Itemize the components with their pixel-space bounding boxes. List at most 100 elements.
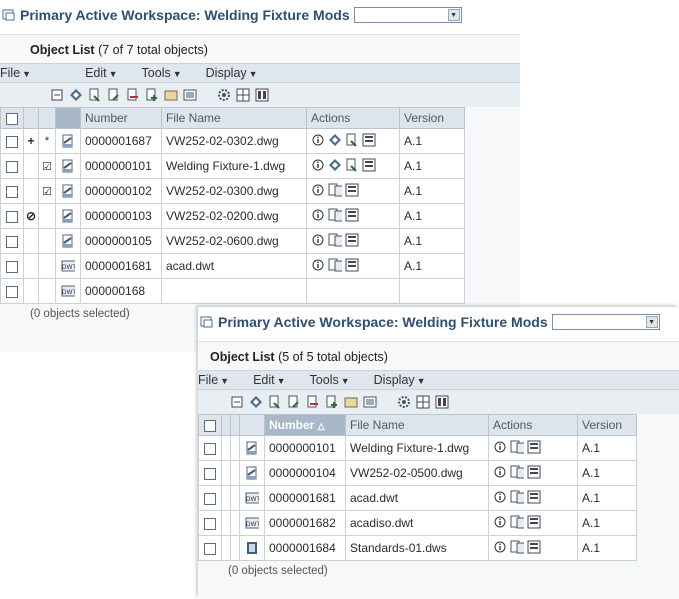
info-icon[interactable]	[493, 490, 507, 504]
collapse-icon[interactable]	[50, 88, 64, 102]
row-file-name[interactable]: VW252-02-0600.dwg	[161, 228, 307, 254]
open-icon[interactable]	[164, 88, 178, 102]
row-checkbox[interactable]	[6, 185, 18, 198]
check-out-icon[interactable]	[328, 233, 342, 247]
column-actions[interactable]: Actions	[488, 414, 578, 436]
row-number[interactable]: 0000001687	[80, 128, 162, 154]
row-select-cell[interactable]	[0, 253, 24, 279]
view-icon[interactable]	[363, 395, 377, 409]
row-file-name[interactable]: VW252-02-0300.dwg	[161, 178, 307, 204]
row-select-cell[interactable]	[198, 485, 222, 511]
column-number[interactable]: Number	[80, 107, 162, 129]
update-icon[interactable]	[328, 158, 342, 172]
row-number[interactable]: 0000000104	[264, 460, 346, 486]
menu-display[interactable]: Display ▼	[206, 66, 258, 80]
row-number[interactable]: 000000168	[80, 278, 162, 304]
properties-icon[interactable]	[527, 465, 541, 479]
update-icon[interactable]	[69, 88, 83, 102]
properties-icon[interactable]	[527, 490, 541, 504]
row-number[interactable]: 0000001681	[264, 485, 346, 511]
add-to-workspace-icon[interactable]	[145, 88, 159, 102]
row-checkbox[interactable]	[6, 260, 18, 273]
row-number[interactable]: 0000000103	[80, 203, 162, 229]
table-row[interactable]: 0000001684 Standards-01.dws A.1	[198, 535, 637, 561]
check-out-icon[interactable]	[328, 208, 342, 222]
row-number[interactable]: 0000001682	[264, 510, 346, 536]
properties-icon[interactable]	[345, 233, 359, 247]
row-checkbox[interactable]	[6, 135, 18, 148]
settings-icon[interactable]	[397, 395, 411, 409]
properties-icon[interactable]	[527, 440, 541, 454]
row-file-name[interactable]	[161, 278, 307, 304]
check-out-icon[interactable]	[510, 490, 524, 504]
table-row[interactable]: + * 0000001687 VW252-02-0302.dwg A.1	[0, 128, 465, 154]
row-select-cell[interactable]	[198, 510, 222, 536]
menu-tools[interactable]: Tools ▼	[142, 66, 182, 80]
info-icon[interactable]	[311, 208, 325, 222]
columns-icon[interactable]	[255, 88, 269, 102]
row-select-cell[interactable]	[198, 460, 222, 486]
info-icon[interactable]	[311, 258, 325, 272]
check-out-icon[interactable]	[287, 395, 301, 409]
menu-display[interactable]: Display ▼	[374, 373, 426, 387]
chevron-down-icon[interactable]: ▼	[447, 9, 460, 21]
drawing-icon[interactable]	[61, 134, 75, 148]
row-select-cell[interactable]	[0, 203, 24, 229]
check-in-icon[interactable]	[88, 88, 102, 102]
table-row[interactable]: DWT 0000001681 acad.dwt A.1	[0, 253, 465, 279]
drawing-icon[interactable]	[245, 466, 259, 480]
column-file-name[interactable]: File Name	[161, 107, 307, 129]
check-in-icon[interactable]	[268, 395, 282, 409]
row-checkbox[interactable]	[204, 467, 216, 480]
row-file-name[interactable]: VW252-02-0500.dwg	[345, 460, 489, 486]
dws-icon[interactable]	[245, 541, 259, 555]
drawing-icon[interactable]	[61, 209, 75, 223]
info-icon[interactable]	[311, 158, 325, 172]
table-row[interactable]: ☑ 0000000101 Welding Fixture-1.dwg A.1	[0, 153, 465, 179]
row-file-name[interactable]: VW252-02-0302.dwg	[161, 128, 307, 154]
row-file-name[interactable]: VW252-02-0200.dwg	[161, 203, 307, 229]
row-file-name[interactable]: acad.dwt	[161, 253, 307, 279]
row-number[interactable]: 0000000101	[80, 153, 162, 179]
update-icon[interactable]	[328, 133, 342, 147]
check-in-icon[interactable]	[345, 158, 359, 172]
drawing-icon[interactable]	[61, 234, 75, 248]
column-version[interactable]: Version	[577, 414, 637, 436]
row-select-cell[interactable]	[0, 128, 24, 154]
update-icon[interactable]	[249, 395, 263, 409]
table-view-icon[interactable]	[416, 395, 430, 409]
row-checkbox[interactable]	[6, 160, 18, 173]
row-file-name[interactable]: Welding Fixture-1.dwg	[345, 435, 489, 461]
collapse-icon[interactable]	[230, 395, 244, 409]
drawing-icon[interactable]	[61, 184, 75, 198]
info-icon[interactable]	[311, 133, 325, 147]
info-icon[interactable]	[311, 183, 325, 197]
select-all-checkbox[interactable]	[6, 112, 18, 125]
menu-tools[interactable]: Tools ▼	[310, 373, 350, 387]
check-out-icon[interactable]	[510, 440, 524, 454]
undo-checkout-icon[interactable]	[126, 88, 140, 102]
properties-icon[interactable]	[345, 258, 359, 272]
row-checkbox[interactable]	[204, 492, 216, 505]
row-number[interactable]: 0000000105	[80, 228, 162, 254]
row-checkbox[interactable]	[204, 442, 216, 455]
row-select-cell[interactable]	[198, 435, 222, 461]
properties-icon[interactable]	[362, 133, 376, 147]
table-view-icon[interactable]	[236, 88, 250, 102]
info-icon[interactable]	[493, 515, 507, 529]
row-checkbox[interactable]	[6, 285, 18, 298]
row-number[interactable]: 0000001681	[80, 253, 162, 279]
properties-icon[interactable]	[345, 208, 359, 222]
info-icon[interactable]	[311, 233, 325, 247]
workspace-select[interactable]: ▼	[551, 314, 660, 330]
table-row[interactable]: DWT 000000168	[0, 278, 465, 304]
row-file-name[interactable]: Welding Fixture-1.dwg	[161, 153, 307, 179]
dwt-icon[interactable]: DWT	[61, 284, 75, 298]
type-header[interactable]	[55, 107, 81, 129]
properties-icon[interactable]	[527, 540, 541, 554]
menu-file[interactable]: File ▼	[0, 66, 31, 80]
row-file-name[interactable]: acad.dwt	[345, 485, 489, 511]
check-out-icon[interactable]	[510, 540, 524, 554]
check-out-icon[interactable]	[328, 258, 342, 272]
menu-edit[interactable]: Edit ▼	[85, 66, 117, 80]
